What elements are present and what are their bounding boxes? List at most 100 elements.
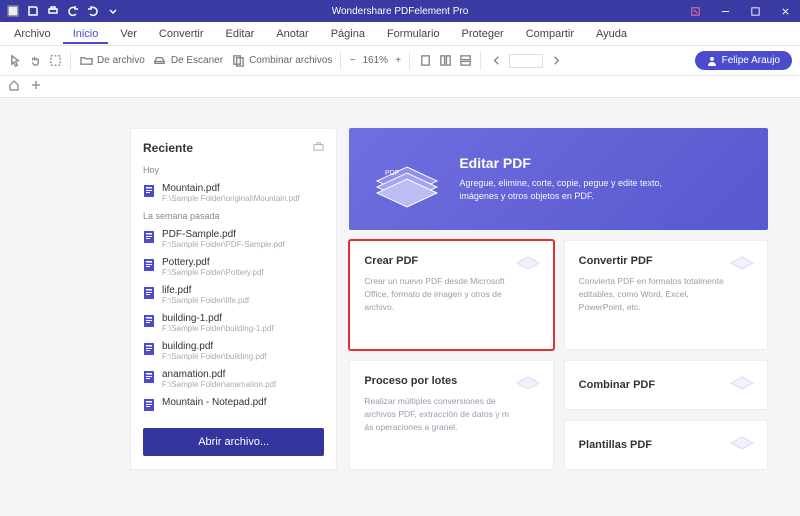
combine-card-icon [729, 371, 755, 391]
recent-today-label: Hoy [131, 161, 336, 179]
file-path: F:\Sample Folder\Pottery.pdf [162, 268, 264, 277]
user-name: Felipe Araujo [722, 55, 780, 66]
file-name: building.pdf [162, 341, 267, 352]
page-input[interactable] [509, 54, 543, 68]
menu-item-convertir[interactable]: Convertir [149, 24, 214, 44]
menu-item-formulario[interactable]: Formulario [377, 24, 450, 44]
briefcase-icon[interactable] [313, 141, 324, 155]
pointer-icon[interactable] [8, 54, 22, 68]
card-batch-process[interactable]: Proceso por lotes Realizar múltiples con… [349, 360, 553, 470]
card-create-pdf[interactable]: Crear PDF Crear un nuevo PDF desde Micro… [349, 240, 553, 350]
recent-file-item[interactable]: anamation.pdfF:\Sample Folder\anamation.… [131, 365, 336, 393]
svg-text:PDF: PDF [385, 170, 399, 177]
close-button[interactable] [772, 0, 798, 22]
file-name: Pottery.pdf [162, 257, 264, 268]
hand-icon[interactable] [28, 54, 42, 68]
recent-file-item[interactable]: Pottery.pdfF:\Sample Folder\Pottery.pdf [131, 253, 336, 281]
app-logo-icon [6, 4, 20, 18]
home-tab-icon[interactable] [8, 79, 20, 94]
combine-label: Combinar archivos [249, 55, 332, 66]
notify-icon[interactable] [682, 0, 708, 22]
chevron-down-icon[interactable] [106, 4, 120, 18]
hero-edit-pdf[interactable]: PDF Editar PDF Agregue, elimine, corte, … [349, 128, 768, 230]
hero-stack-icon: PDF [367, 147, 447, 211]
menu-item-ayuda[interactable]: Ayuda [586, 24, 637, 44]
pdf-file-icon [143, 342, 155, 356]
title-bar: Wondershare PDFelement Pro [0, 0, 800, 22]
card-batch-title: Proceso por lotes [364, 375, 538, 387]
recent-file-item[interactable]: building-1.pdfF:\Sample Folder\building-… [131, 309, 336, 337]
recent-file-item[interactable]: life.pdfF:\Sample Folder\life.pdf [131, 281, 336, 309]
pdf-file-icon [143, 230, 155, 244]
redo-icon[interactable] [86, 4, 100, 18]
zoom-value[interactable]: 161% [361, 55, 389, 66]
file-path: F:\Sample Folder\life.pdf [162, 296, 249, 305]
page-view-2-icon[interactable] [438, 54, 452, 68]
zoom-in-button[interactable]: + [395, 55, 401, 66]
card-convert-title: Convertir PDF [579, 255, 753, 267]
pdf-file-icon [143, 398, 155, 412]
undo-icon[interactable] [66, 4, 80, 18]
user-icon [707, 56, 717, 66]
combine-files-button[interactable]: Combinar archivos [231, 54, 332, 68]
from-file-button[interactable]: De archivo [79, 54, 145, 68]
open-file-button[interactable]: Abrir archivo... [143, 428, 324, 456]
recent-file-item[interactable]: Mountain - Notepad.pdf [131, 393, 336, 416]
card-convert-pdf[interactable]: Convertir PDF Convierta PDF en formatos … [564, 240, 768, 350]
user-pill[interactable]: Felipe Araujo [695, 51, 792, 70]
menu-item-ver[interactable]: Ver [110, 24, 147, 44]
file-path: F:\Sample Folder\building.pdf [162, 352, 267, 361]
file-name: PDF-Sample.pdf [162, 229, 285, 240]
file-name: building-1.pdf [162, 313, 274, 324]
from-file-label: De archivo [97, 55, 145, 66]
card-convert-desc: Convierta PDF en formatos totalmente edi… [579, 275, 729, 313]
nav-next-icon[interactable] [549, 54, 563, 68]
menu-item-anotar[interactable]: Anotar [266, 24, 318, 44]
pdf-file-icon [143, 286, 155, 300]
save-icon[interactable] [26, 4, 40, 18]
page-view-3-icon[interactable] [458, 54, 472, 68]
new-tab-button[interactable] [30, 79, 42, 94]
menu-item-archivo[interactable]: Archivo [4, 24, 61, 44]
recent-file-item[interactable]: PDF-Sample.pdfF:\Sample Folder\PDF-Sampl… [131, 225, 336, 253]
menu-bar: ArchivoInicioVerConvertirEditarAnotarPág… [0, 22, 800, 46]
page-view-1-icon[interactable] [418, 54, 432, 68]
from-scanner-label: De Escaner [171, 55, 223, 66]
minimize-button[interactable] [712, 0, 738, 22]
maximize-button[interactable] [742, 0, 768, 22]
actions-column: PDF Editar PDF Agregue, elimine, corte, … [349, 128, 768, 470]
recent-panel: Reciente Hoy Mountain.pdfF:\Sample Folde… [130, 128, 337, 470]
file-name: life.pdf [162, 285, 249, 296]
print-icon[interactable] [46, 4, 60, 18]
card-combine-pdf[interactable]: Combinar PDF [564, 360, 768, 410]
file-name: Mountain - Notepad.pdf [162, 397, 267, 408]
file-name: Mountain.pdf [162, 183, 300, 194]
from-scanner-button[interactable]: De Escaner [153, 54, 223, 68]
card-create-desc: Crear un nuevo PDF desde Microsoft Offic… [364, 275, 514, 313]
menu-item-editar[interactable]: Editar [216, 24, 265, 44]
recent-header: Reciente [143, 141, 193, 155]
card-combine-title: Combinar PDF [579, 379, 655, 391]
file-path: F:\Sample Folder\anamation.pdf [162, 380, 276, 389]
file-name: anamation.pdf [162, 369, 276, 380]
convert-card-icon [729, 251, 755, 271]
menu-item-página[interactable]: Página [321, 24, 375, 44]
card-batch-desc: Realizar múltiples conversiones de archi… [364, 395, 514, 433]
workspace: Reciente Hoy Mountain.pdfF:\Sample Folde… [0, 98, 800, 482]
toolbar: De archivo De Escaner Combinar archivos … [0, 46, 800, 76]
select-icon[interactable] [48, 54, 62, 68]
file-path: F:\Sample Folder\original\Mountain.pdf [162, 194, 300, 203]
file-path: F:\Sample Folder\building-1.pdf [162, 324, 274, 333]
pdf-file-icon [143, 370, 155, 384]
menu-item-inicio[interactable]: Inicio [63, 24, 109, 44]
recent-file-item[interactable]: Mountain.pdfF:\Sample Folder\original\Mo… [131, 179, 336, 207]
pdf-file-icon [143, 314, 155, 328]
nav-prev-icon[interactable] [489, 54, 503, 68]
recent-file-item[interactable]: building.pdfF:\Sample Folder\building.pd… [131, 337, 336, 365]
card-templates-pdf[interactable]: Plantillas PDF [564, 420, 768, 470]
menu-item-proteger[interactable]: Proteger [452, 24, 514, 44]
scanner-icon [153, 54, 167, 68]
zoom-out-button[interactable]: − [349, 55, 355, 66]
combine-icon [231, 54, 245, 68]
menu-item-compartir[interactable]: Compartir [516, 24, 584, 44]
